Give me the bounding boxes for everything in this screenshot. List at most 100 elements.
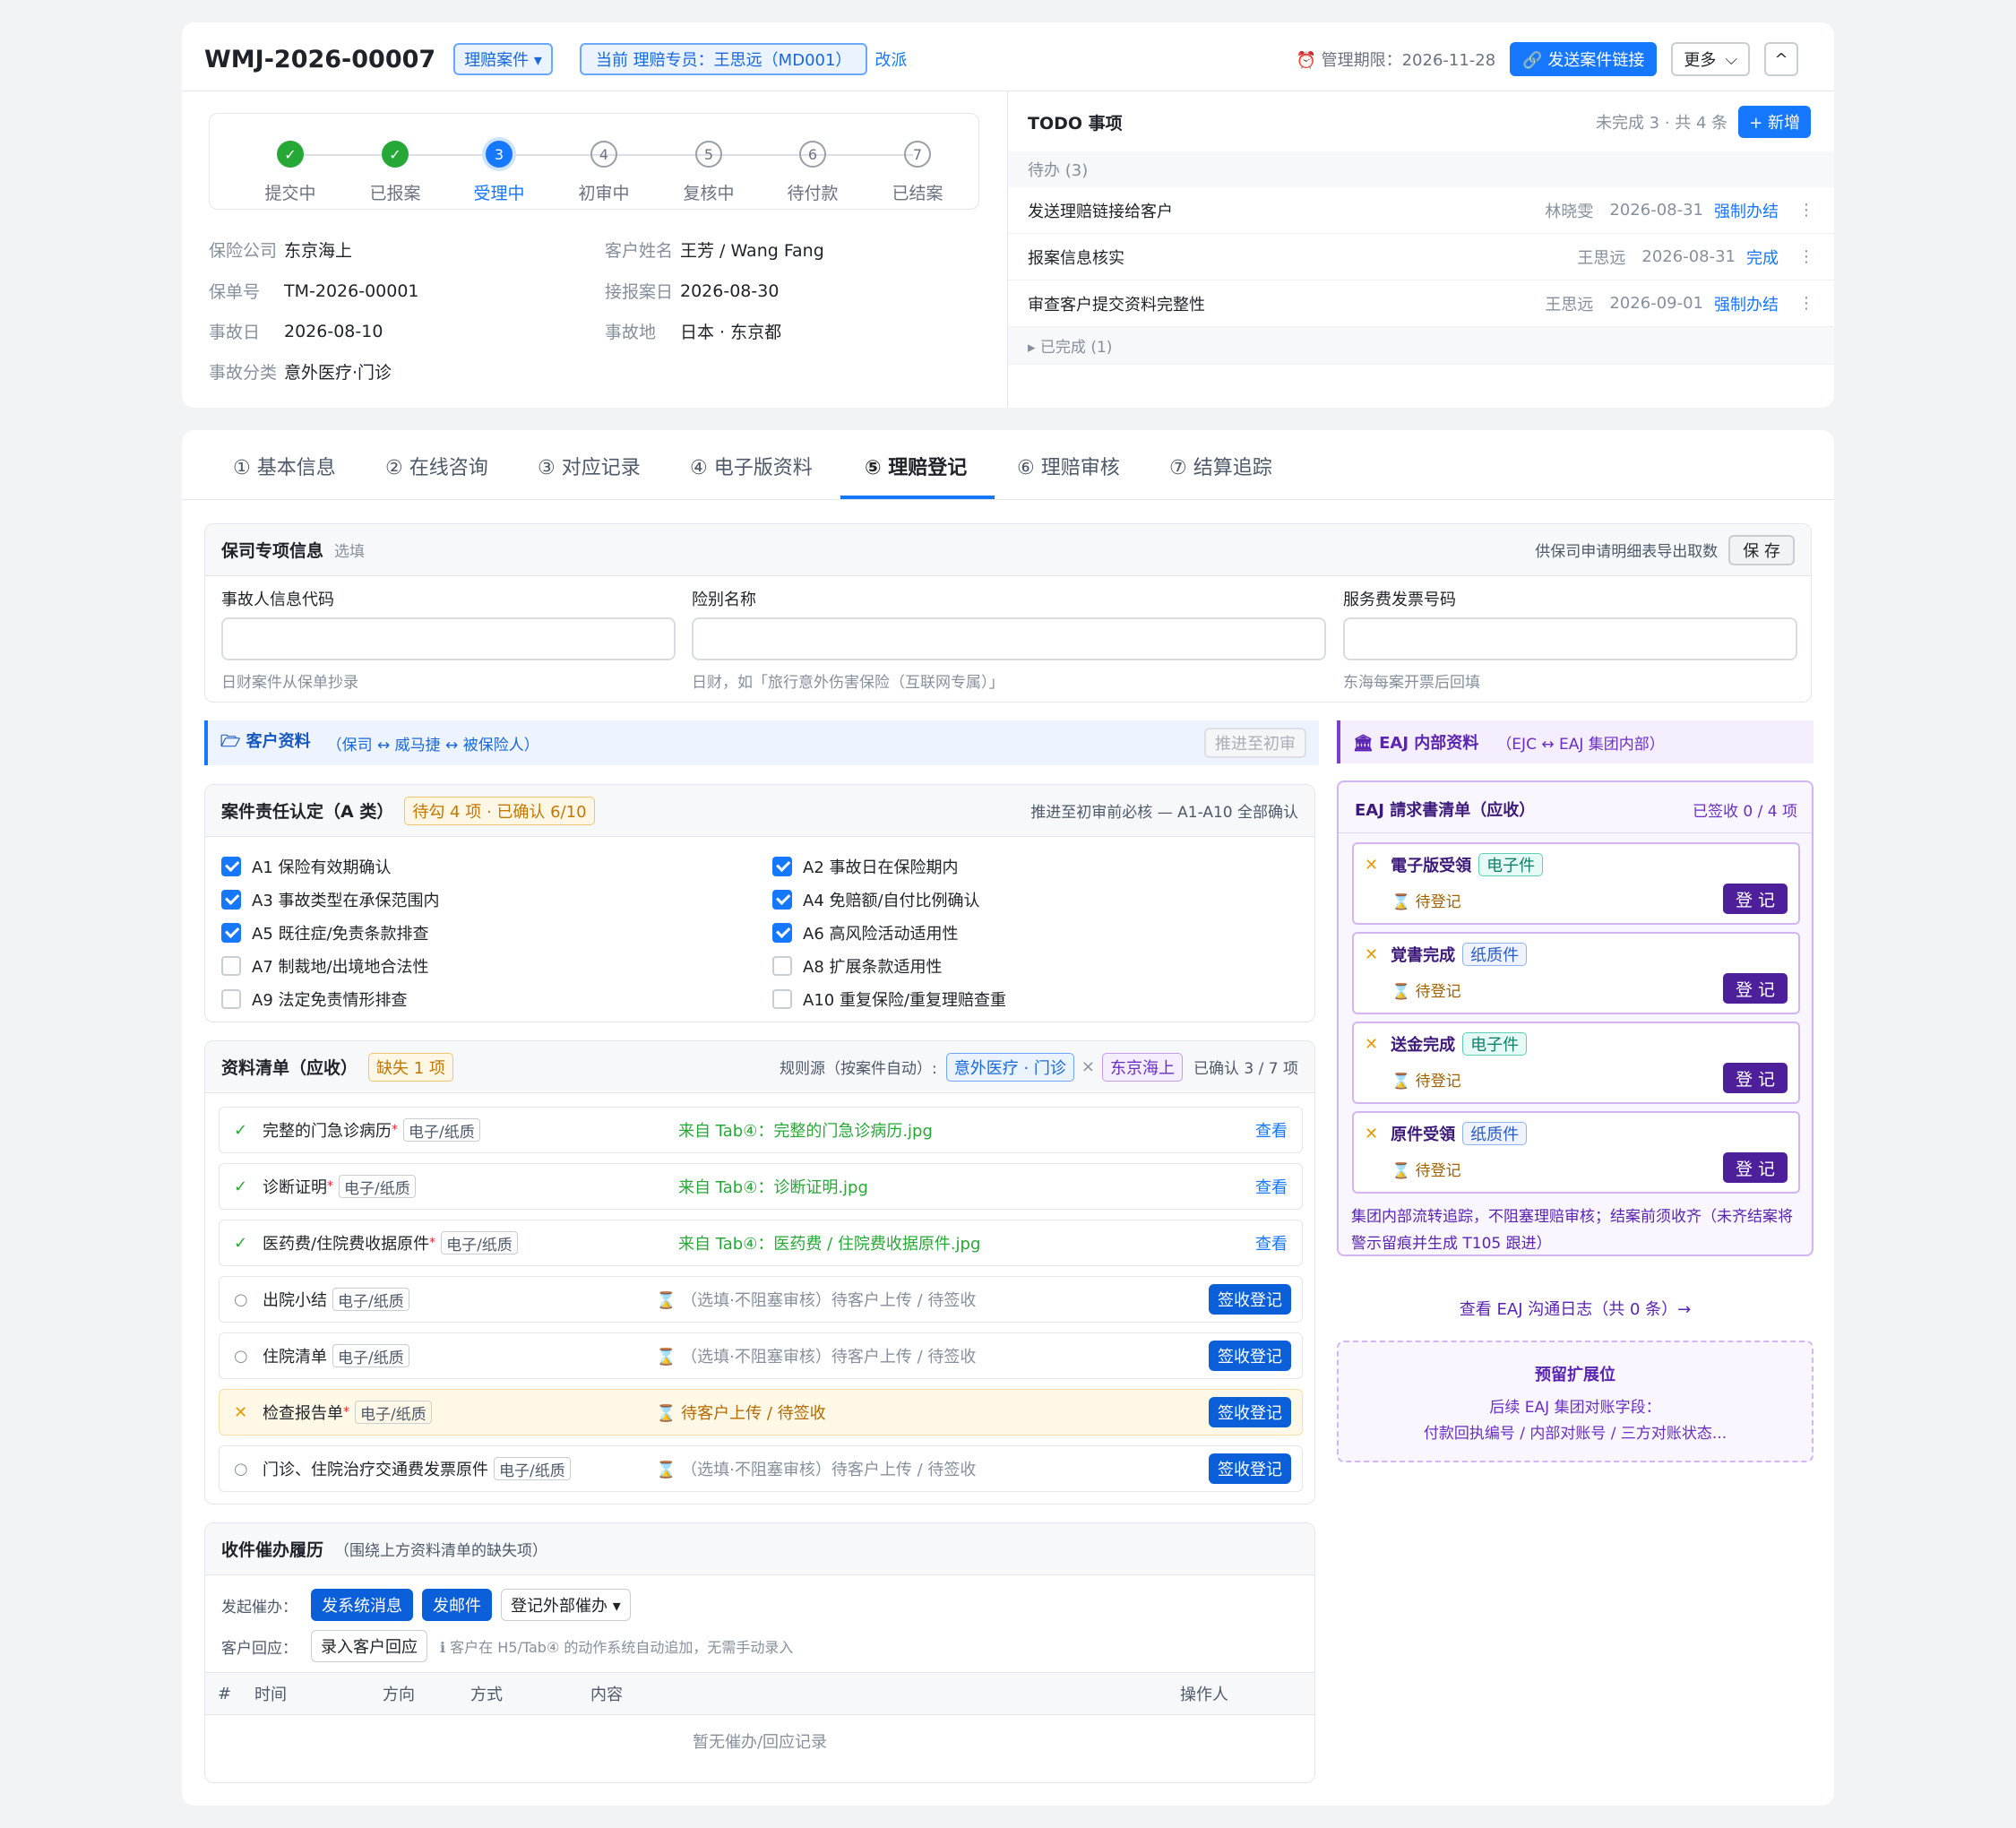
liability-item-a4[interactable]: A4 免赔额/自付比例确认	[772, 888, 980, 911]
tab-e-documents[interactable]: ④ 电子版资料	[690, 452, 813, 480]
sign-register-button[interactable]: 签收登记	[1209, 1453, 1291, 1484]
eaj-register-button[interactable]: 登 记	[1723, 973, 1788, 1004]
eaj-type-tag: 纸质件	[1462, 943, 1528, 966]
kebab-menu-icon[interactable]: ⋮	[1798, 247, 1814, 266]
collapse-button[interactable]: ^	[1764, 42, 1798, 76]
send-email-button[interactable]: 发邮件	[422, 1589, 492, 1621]
accident-person-code-input[interactable]	[221, 617, 676, 660]
checkbox[interactable]	[772, 890, 792, 910]
liability-item-a7[interactable]: A7 制裁地/出境地合法性	[221, 954, 429, 978]
insurance-type-input[interactable]	[692, 617, 1326, 660]
checkbox[interactable]	[772, 857, 792, 876]
todo-pending-group[interactable]: 待办 (3)	[1008, 151, 1834, 187]
invoice-number-input[interactable]	[1343, 617, 1797, 660]
doc-row: ✓ 诊断证明 * 电子/纸质 来自 Tab④：诊断证明.jpg 查看	[219, 1163, 1303, 1210]
view-doc-link[interactable]: 查看	[1255, 1118, 1288, 1142]
todo-item-action[interactable]: 强制办结	[1714, 292, 1779, 315]
liability-item-a8[interactable]: A8 扩展条款适用性	[772, 954, 943, 978]
section-title: 资料清单（应收）	[221, 1058, 358, 1078]
followup-response-label: 客户回应：	[221, 1639, 297, 1658]
view-doc-link[interactable]: 查看	[1255, 1175, 1288, 1198]
todo-item-action[interactable]: 强制办结	[1714, 199, 1779, 222]
todo-header: TODO 事项 未完成 3 · 共 4 条 + 新增	[1028, 102, 1811, 142]
info-value: TM-2026-00001	[284, 280, 419, 301]
tab-records[interactable]: ③ 对应记录	[538, 452, 641, 480]
case-header: WMJ-2026-00007 理赔案件 ▾ 当前 理赔专员：王思远（MD001）…	[204, 40, 907, 78]
liability-item-a3[interactable]: A3 事故类型在承保范围内	[221, 888, 440, 911]
sign-register-button[interactable]: 签收登记	[1209, 1284, 1291, 1315]
save-button[interactable]: 保 存	[1728, 534, 1795, 565]
reassign-link[interactable]: 改派	[874, 47, 907, 71]
liability-item-a2[interactable]: A2 事故日在保险期内	[772, 855, 959, 878]
doc-name: 医药费/住院费收据原件	[263, 1235, 430, 1254]
step-5: 5 复核中	[659, 141, 758, 204]
liability-item-a5[interactable]: A5 既往症/免责条款排查	[221, 921, 429, 944]
checkbox[interactable]	[221, 989, 241, 1009]
required-mark: *	[343, 1405, 349, 1419]
eaj-log-link[interactable]: 查看 EAJ 沟通日志（共 0 条）→	[1337, 1297, 1814, 1320]
todo-done-group[interactable]: ▸ 已完成 (1)	[1008, 327, 1834, 365]
send-system-message-button[interactable]: 发系统消息	[311, 1589, 413, 1621]
sign-register-button[interactable]: 签收登记	[1209, 1341, 1291, 1371]
kebab-menu-icon[interactable]: ⋮	[1798, 201, 1814, 220]
liability-item-a6[interactable]: A6 高风险活动适用性	[772, 921, 959, 944]
liability-item-a1[interactable]: A1 保险有效期确认	[221, 855, 392, 878]
eaj-item-name: 電子版受領	[1391, 857, 1472, 875]
checkbox[interactable]	[772, 989, 792, 1009]
sign-register-button[interactable]: 签收登记	[1209, 1397, 1291, 1427]
doc-row: ○ 门诊、住院治疗交通费发票原件 电子/纸质 ⌛ （选填·不阻塞审核）待客户上传 …	[219, 1445, 1303, 1492]
doc-row: ○ 出院小结 电子/纸质 ⌛ （选填·不阻塞审核）待客户上传 / 待签收 签收登记	[219, 1276, 1303, 1323]
step-3: 3 受理中	[450, 141, 548, 204]
eaj-item: ✕ 覚書完成 纸质件 ⌛ 待登记 登 记	[1352, 932, 1800, 1014]
tab-basic-info[interactable]: ① 基本信息	[233, 452, 336, 480]
liability-header: 案件责任认定（A 类） 待勾 4 项 · 已确认 6/10 推进至初审前必核 — …	[205, 785, 1314, 837]
doc-type-tag: 电子/纸质	[355, 1401, 432, 1424]
checkbox[interactable]	[772, 956, 792, 976]
case-type-dropdown[interactable]: 理赔案件 ▾	[453, 43, 553, 75]
record-response-button[interactable]: 录入客户回应	[311, 1630, 427, 1662]
section-title: 收件催办履历	[221, 1540, 324, 1560]
tab-online-consult[interactable]: ② 在线咨询	[385, 452, 488, 480]
info-value: 王芳 / Wang Fang	[680, 241, 824, 261]
info-label: 接报案日	[605, 282, 674, 302]
checkbox[interactable]	[221, 956, 241, 976]
view-doc-link[interactable]: 查看	[1255, 1231, 1288, 1255]
liability-item-a9[interactable]: A9 法定免责情形排查	[221, 987, 408, 1011]
field-hint: 日财案件从保单抄录	[221, 674, 358, 692]
liability-item-label: A6 高风险活动适用性	[803, 925, 959, 944]
checkbox[interactable]	[772, 923, 792, 943]
checkbox[interactable]	[221, 923, 241, 943]
todo-item-action[interactable]: 完成	[1746, 246, 1779, 269]
tab-claim-registration[interactable]: ⑤ 理赔登记	[865, 452, 967, 480]
doc-status-icon: ✓	[234, 1233, 248, 1253]
info-label: 客户姓名	[605, 241, 674, 261]
column-header: #	[218, 1684, 232, 1703]
checkbox[interactable]	[221, 890, 241, 910]
add-todo-button[interactable]: + 新增	[1738, 106, 1811, 138]
liability-item-label: A9 法定免责情形排查	[252, 991, 408, 1010]
required-mark: *	[327, 1179, 333, 1194]
eaj-item-status: ⌛ 待登记	[1391, 1073, 1461, 1091]
eaj-register-button[interactable]: 登 记	[1723, 1063, 1788, 1093]
checkbox[interactable]	[221, 857, 241, 876]
external-followup-dropdown[interactable]: 登记外部催办 ▾	[501, 1589, 631, 1621]
followup-initiate-label: 发起催办：	[221, 1598, 297, 1617]
push-to-review-button[interactable]: 推进至初审	[1204, 728, 1306, 758]
todo-item-assignee: 王思远	[1545, 295, 1594, 315]
todo-item-text: 审查客户提交资料完整性	[1028, 295, 1205, 315]
todo-item: 发送理赔链接给客户 林晓雯 2026-08-31 强制办结 ⋮	[1008, 187, 1834, 234]
info-value: 日本 · 东京都	[680, 323, 782, 342]
liability-item-label: A8 扩展条款适用性	[803, 958, 943, 977]
tab-claim-review[interactable]: ⑥ 理赔审核	[1017, 452, 1120, 480]
eaj-register-button[interactable]: 登 记	[1723, 884, 1788, 914]
followup-header: 收件催办履历 （围绕上方资料清单的缺失项）	[205, 1523, 1314, 1575]
tab-settlement[interactable]: ⑦ 结算追踪	[1169, 452, 1272, 480]
eaj-type-tag: 电子件	[1462, 1032, 1528, 1056]
eaj-register-button[interactable]: 登 记	[1723, 1152, 1788, 1183]
followup-actions-row: 发起催办： 发系统消息 发邮件 登记外部催办 ▾	[221, 1588, 631, 1622]
liability-item-a10[interactable]: A10 重复保险/重复理赔查重	[772, 987, 1006, 1011]
send-case-link-button[interactable]: 🔗 发送案件链接	[1510, 42, 1658, 76]
doc-type-tag: 电子/纸质	[332, 1344, 409, 1367]
kebab-menu-icon[interactable]: ⋮	[1798, 294, 1814, 313]
more-dropdown[interactable]: 更多 ⌵	[1671, 42, 1750, 76]
